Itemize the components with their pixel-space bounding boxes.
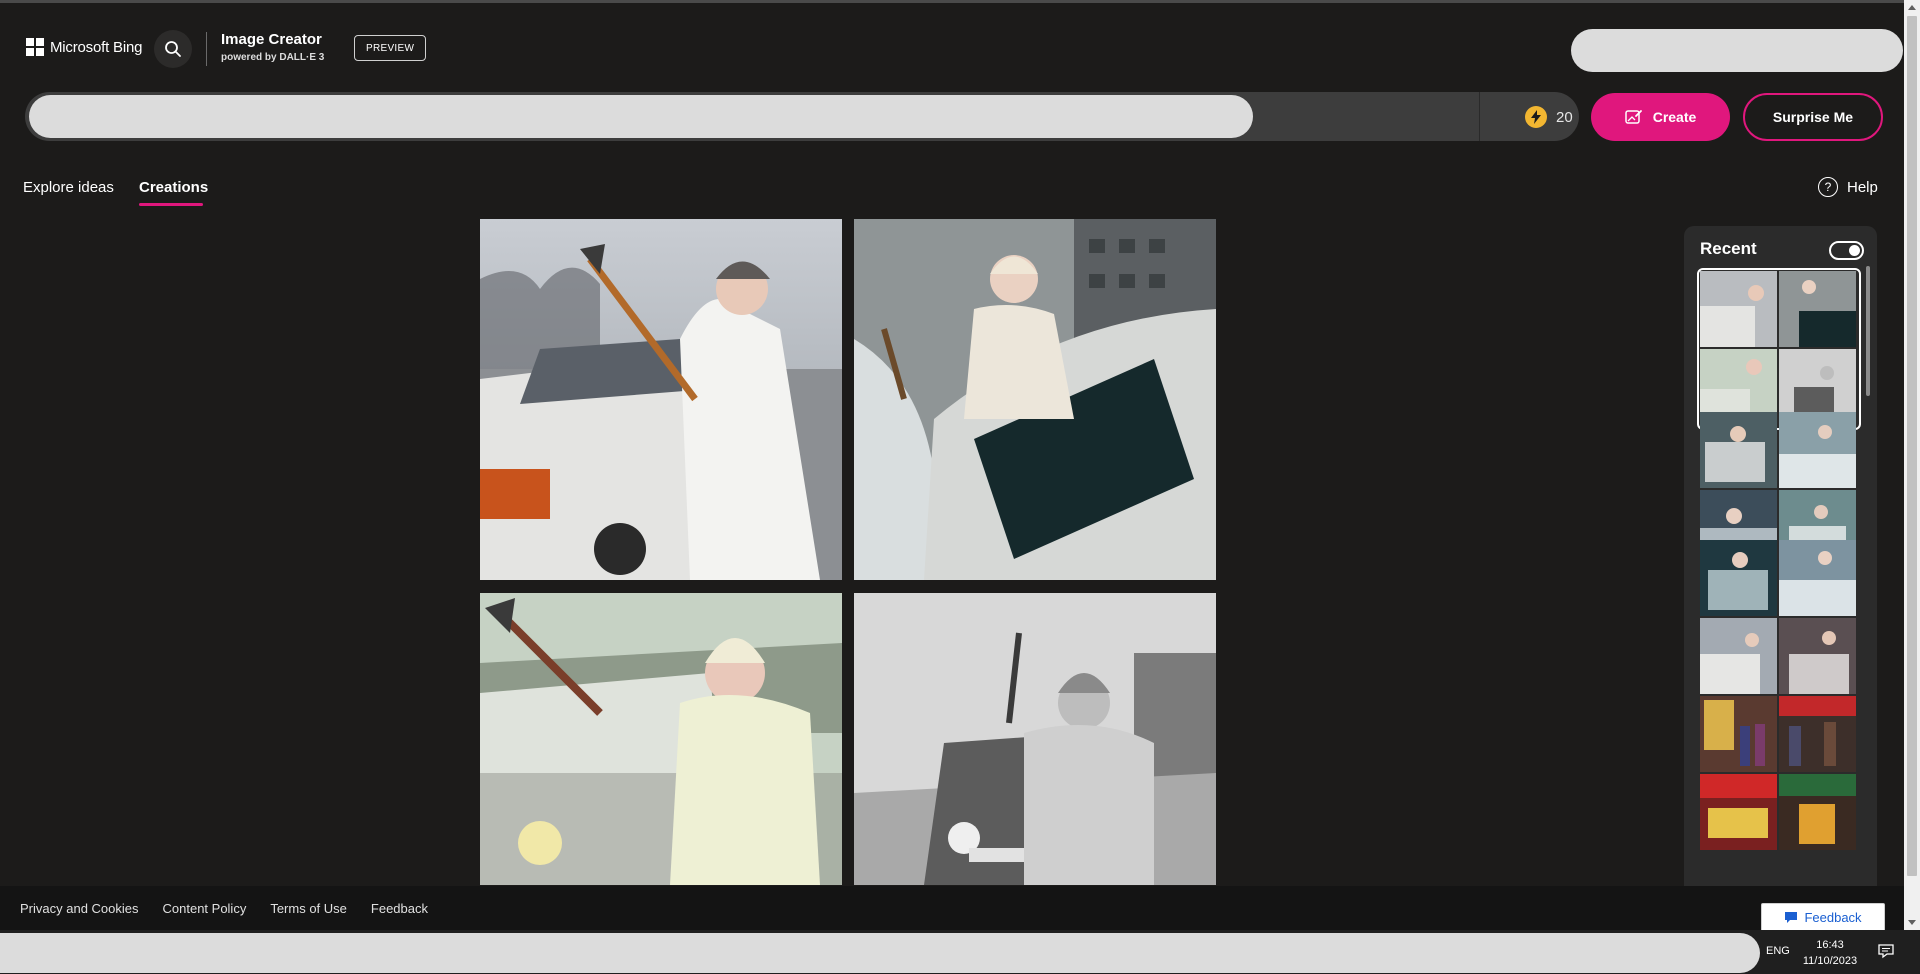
tab-explore-ideas[interactable]: Explore ideas	[23, 179, 114, 196]
prompt-input[interactable]	[29, 95, 1253, 138]
create-image-icon	[1624, 110, 1642, 124]
generated-image-1[interactable]	[480, 219, 842, 580]
recent-set-4[interactable]	[1700, 696, 1858, 852]
recent-thumb	[1779, 271, 1856, 347]
taskbar-search-area[interactable]	[0, 933, 1760, 973]
language-indicator[interactable]: ENG	[1766, 945, 1790, 957]
footer-link-terms[interactable]: Terms of Use	[270, 901, 347, 916]
generated-image-2[interactable]	[854, 219, 1216, 580]
lightning-icon	[1525, 106, 1547, 128]
help-label: Help	[1847, 178, 1878, 196]
recent-thumb	[1779, 412, 1856, 488]
active-tab-indicator	[139, 203, 203, 206]
recent-toggle[interactable]	[1829, 241, 1864, 260]
recent-set-3[interactable]	[1700, 540, 1858, 696]
scroll-down-arrow[interactable]	[1908, 920, 1916, 925]
boost-counter[interactable]: 20	[1525, 106, 1573, 128]
header: Microsoft Bing Image Creator powered by …	[0, 0, 1904, 95]
footer-link-privacy[interactable]: Privacy and Cookies	[20, 901, 139, 916]
app-title: Image Creator	[221, 31, 322, 48]
recent-title: Recent	[1700, 239, 1757, 258]
preview-badge: PREVIEW	[354, 35, 427, 61]
create-button[interactable]: Create	[1591, 93, 1730, 141]
app-title-link[interactable]: Image Creator powered by DALL·E 3	[221, 31, 324, 63]
search-button[interactable]	[154, 30, 192, 68]
clock-time: 16:43	[1816, 939, 1844, 951]
feedback-icon	[1785, 912, 1798, 923]
recent-thumb	[1700, 412, 1777, 488]
footer-links: Privacy and Cookies Content Policy Terms…	[20, 901, 428, 916]
recent-thumb	[1779, 696, 1856, 772]
recent-panel: Recent	[1684, 226, 1877, 886]
toggle-knob	[1849, 245, 1860, 256]
clock-date: 11/10/2023	[1802, 955, 1858, 967]
prompt-bar: 20	[25, 92, 1579, 141]
recent-thumb	[1700, 696, 1777, 772]
header-divider	[206, 32, 207, 66]
notification-icon	[1878, 944, 1894, 959]
bing-logo-link[interactable]: Microsoft Bing	[26, 38, 142, 56]
recent-thumb	[1700, 774, 1777, 850]
search-icon	[165, 41, 181, 57]
help-icon: ?	[1818, 177, 1838, 197]
footer-link-content-policy[interactable]: Content Policy	[163, 901, 247, 916]
recent-thumb	[1779, 618, 1856, 694]
boost-divider	[1479, 92, 1480, 141]
recent-set-1[interactable]	[1697, 268, 1861, 430]
recent-scrollbar[interactable]	[1866, 266, 1870, 396]
surprise-me-button[interactable]: Surprise Me	[1743, 93, 1883, 141]
recent-thumb	[1779, 540, 1856, 616]
windows-logo-icon	[26, 38, 44, 56]
footer-link-feedback[interactable]: Feedback	[371, 901, 428, 916]
create-label: Create	[1652, 109, 1697, 125]
recent-thumb	[1700, 271, 1777, 347]
recent-thumb	[1700, 540, 1777, 616]
footer: Privacy and Cookies Content Policy Terms…	[0, 886, 1904, 930]
recent-thumb	[1779, 774, 1856, 850]
feedback-button[interactable]: Feedback	[1761, 903, 1885, 932]
scroll-up-arrow[interactable]	[1908, 5, 1916, 10]
feedback-label: Feedback	[1804, 910, 1862, 925]
generated-image-3[interactable]	[480, 593, 842, 885]
page-scrollbar[interactable]	[1904, 0, 1920, 930]
tab-creations[interactable]: Creations	[139, 179, 208, 196]
help-link[interactable]: ? Help	[1818, 177, 1878, 197]
taskbar: ENG 16:43 11/10/2023	[0, 930, 1920, 974]
recent-thumb	[1700, 618, 1777, 694]
system-clock[interactable]: 16:43 11/10/2023	[1798, 937, 1862, 969]
app-subtitle: powered by DALL·E 3	[221, 52, 325, 63]
brand-name: Microsoft Bing	[50, 38, 143, 56]
notification-button[interactable]	[1878, 943, 1894, 964]
generated-image-4[interactable]	[854, 593, 1216, 885]
account-area[interactable]	[1571, 29, 1903, 72]
scroll-thumb[interactable]	[1907, 16, 1917, 876]
boost-count: 20	[1556, 108, 1573, 126]
